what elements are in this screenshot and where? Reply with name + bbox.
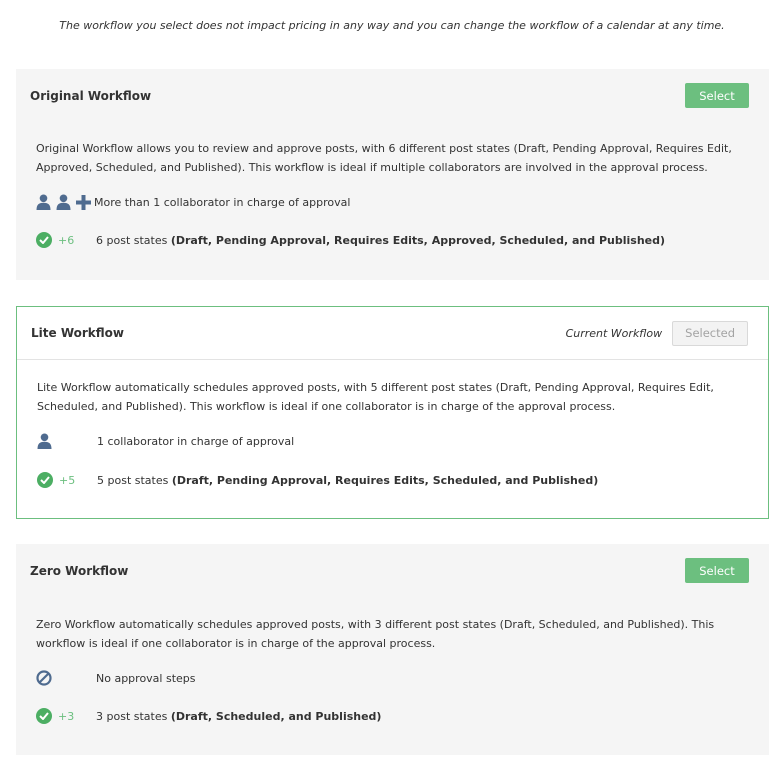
workflow-card-header: Lite Workflow Current Workflow Selected	[17, 307, 768, 360]
post-states-text: 5 post states	[97, 473, 172, 487]
user-icon	[37, 433, 52, 449]
header-actions: Current Workflow Selected	[565, 320, 748, 346]
workflow-card-body: Lite Workflow automatically schedules ap…	[17, 360, 768, 490]
post-states-count: +6	[58, 233, 75, 247]
workflow-description: Zero Workflow automatically schedules ap…	[36, 618, 715, 650]
workflow-card-lite: Lite Workflow Current Workflow Selected …	[16, 306, 769, 519]
workflow-card-body: Original Workflow allows you to review a…	[16, 122, 769, 250]
collaborator-icons	[36, 194, 96, 210]
workflow-title: Lite Workflow	[31, 326, 124, 340]
collaborators-text: 1 collaborator in charge of approval	[97, 434, 295, 448]
collaborators-row: No approval steps	[36, 668, 749, 688]
workflow-title: Original Workflow	[30, 88, 152, 103]
post-states-list: (Draft, Scheduled, and Published)	[170, 709, 382, 723]
select-zero-workflow-button[interactable]: Select	[685, 558, 749, 583]
collaborators-row: 1 collaborator in charge of approval	[37, 431, 748, 451]
header-actions: Select	[685, 558, 749, 583]
post-states-text: 6 post states	[96, 233, 171, 247]
check-circle-icon	[37, 472, 53, 488]
selected-workflow-button: Selected	[672, 320, 748, 346]
check-circle-icon	[36, 232, 52, 248]
collaborators-text: More than 1 collaborator in charge of ap…	[94, 195, 351, 209]
workflow-description: Original Workflow allows you to review a…	[36, 142, 732, 174]
collaborator-icons	[37, 433, 97, 449]
post-states-indicator: +3	[36, 708, 96, 724]
post-states-row: +3 3 post states (Draft, Scheduled, and …	[36, 706, 749, 726]
workflow-card-original: Original Workflow Select Original Workfl…	[16, 69, 769, 280]
post-states-list: (Draft, Pending Approval, Requires Edits…	[170, 233, 666, 247]
header-actions: Select	[685, 83, 749, 108]
post-states-count: +3	[58, 709, 75, 723]
workflow-title: Zero Workflow	[30, 563, 129, 578]
check-circle-icon	[36, 708, 52, 724]
user-icon	[36, 194, 51, 210]
select-original-workflow-button[interactable]: Select	[685, 83, 749, 108]
post-states-row: +6 6 post states (Draft, Pending Approva…	[36, 230, 749, 250]
post-states-indicator: +6	[36, 232, 96, 248]
workflow-pricing-note: The workflow you select does not impact …	[59, 19, 725, 32]
workflow-card-zero: Zero Workflow Select Zero Workflow autom…	[16, 544, 769, 755]
post-states-text: 3 post states	[96, 709, 171, 723]
workflow-card-body: Zero Workflow automatically schedules ap…	[16, 597, 769, 726]
user-icon	[56, 194, 71, 210]
plus-icon	[76, 194, 91, 210]
prohibited-icon	[36, 670, 52, 686]
post-states-list: (Draft, Pending Approval, Requires Edits…	[171, 473, 599, 487]
collaborator-icons	[36, 670, 96, 686]
post-states-count: +5	[59, 473, 76, 487]
post-states-indicator: +5	[37, 472, 97, 488]
workflow-card-header: Original Workflow Select	[16, 69, 769, 122]
workflow-card-header: Zero Workflow Select	[16, 544, 769, 597]
current-workflow-label: Current Workflow	[565, 326, 663, 340]
workflow-description: Lite Workflow automatically schedules ap…	[37, 381, 714, 413]
post-states-row: +5 5 post states (Draft, Pending Approva…	[37, 470, 748, 490]
collaborators-text: No approval steps	[96, 671, 196, 685]
collaborators-row: More than 1 collaborator in charge of ap…	[36, 192, 749, 212]
